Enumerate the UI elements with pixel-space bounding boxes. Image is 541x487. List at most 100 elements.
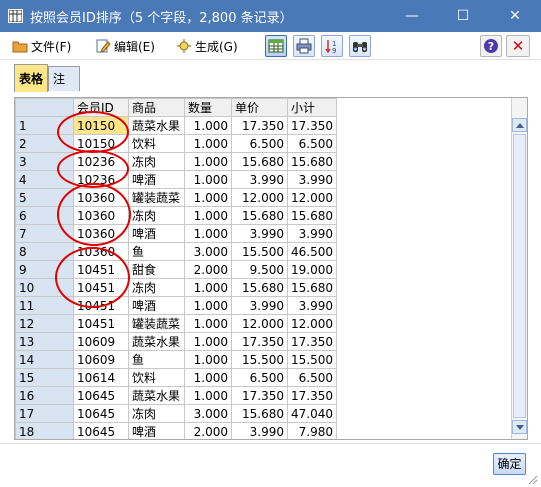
table-view-button[interactable] xyxy=(265,35,287,57)
column-header-subtotal[interactable]: 小计 xyxy=(287,98,337,117)
cell-product[interactable]: 冻肉 xyxy=(128,404,185,423)
cell-subtotal[interactable]: 12.000 xyxy=(287,188,337,207)
cell-product[interactable]: 啤酒 xyxy=(128,422,185,439)
table-row[interactable]: 12 10451 罐装蔬菜 1.000 12.000 12.000 xyxy=(15,314,337,333)
cell-subtotal[interactable]: 15.680 xyxy=(287,206,337,225)
cell-product[interactable]: 鱼 xyxy=(128,350,185,369)
cell-quantity[interactable]: 1.000 xyxy=(184,170,232,189)
cell-quantity[interactable]: 1.000 xyxy=(184,188,232,207)
cell-unit-price[interactable]: 9.500 xyxy=(231,260,288,279)
cell-quantity[interactable]: 1.000 xyxy=(184,116,232,135)
table-row[interactable]: 11 10451 啤酒 1.000 3.990 3.990 xyxy=(15,296,337,315)
menu-file[interactable]: 文件(F) xyxy=(12,36,71,56)
cell-subtotal[interactable]: 12.000 xyxy=(287,314,337,333)
cell-quantity[interactable]: 1.000 xyxy=(184,386,232,405)
cell-quantity[interactable]: 1.000 xyxy=(184,206,232,225)
cell-subtotal[interactable]: 47.040 xyxy=(287,404,337,423)
cell-member-id[interactable]: 10609 xyxy=(73,350,129,369)
cell-subtotal[interactable]: 3.990 xyxy=(287,170,337,189)
cell-unit-price[interactable]: 12.000 xyxy=(231,188,288,207)
cell-product[interactable]: 啤酒 xyxy=(128,170,185,189)
cell-product[interactable]: 饮料 xyxy=(128,368,185,387)
cell-unit-price[interactable]: 15.500 xyxy=(231,242,288,261)
cell-subtotal[interactable]: 17.350 xyxy=(287,386,337,405)
cell-quantity[interactable]: 1.000 xyxy=(184,224,232,243)
cell-quantity[interactable]: 1.000 xyxy=(184,350,232,369)
table-row[interactable]: 18 10645 啤酒 2.000 3.990 7.980 xyxy=(15,422,337,439)
table-row[interactable]: 13 10609 蔬菜水果 1.000 17.350 17.350 xyxy=(15,332,337,351)
cell-quantity[interactable]: 2.000 xyxy=(184,260,232,279)
table-row[interactable]: 15 10614 饮料 1.000 6.500 6.500 xyxy=(15,368,337,387)
cell-product[interactable]: 饮料 xyxy=(128,134,185,153)
cell-product[interactable]: 蔬菜水果 xyxy=(128,332,185,351)
tab-annotations[interactable]: 注解 xyxy=(48,66,80,111)
cell-unit-price[interactable]: 12.000 xyxy=(231,314,288,333)
cell-subtotal[interactable]: 19.000 xyxy=(287,260,337,279)
minimize-button[interactable]: — xyxy=(389,0,435,32)
cell-subtotal[interactable]: 6.500 xyxy=(287,368,337,387)
cell-quantity[interactable]: 1.000 xyxy=(184,368,232,387)
cell-member-id[interactable]: 10614 xyxy=(73,368,129,387)
cell-quantity[interactable]: 1.000 xyxy=(184,134,232,153)
print-button[interactable] xyxy=(293,35,315,57)
cell-quantity[interactable]: 1.000 xyxy=(184,152,232,171)
cell-unit-price[interactable]: 3.990 xyxy=(231,224,288,243)
table-row[interactable]: 16 10645 蔬菜水果 1.000 17.350 17.350 xyxy=(15,386,337,405)
cell-product[interactable]: 罐装蔬菜 xyxy=(128,314,185,333)
cell-subtotal[interactable]: 7.980 xyxy=(287,422,337,439)
cell-member-id[interactable]: 10645 xyxy=(73,386,129,405)
scroll-down-button[interactable] xyxy=(512,420,527,434)
cell-unit-price[interactable]: 17.350 xyxy=(231,332,288,351)
cell-unit-price[interactable]: 3.990 xyxy=(231,296,288,315)
column-header-unit-price[interactable]: 单价 xyxy=(231,98,288,117)
column-header-quantity[interactable]: 数量 xyxy=(184,98,232,117)
cell-unit-price[interactable]: 15.680 xyxy=(231,278,288,297)
maximize-button[interactable]: ☐ xyxy=(440,0,486,32)
find-button[interactable] xyxy=(349,35,371,57)
cell-unit-price[interactable]: 15.680 xyxy=(231,404,288,423)
menu-generate[interactable]: 生成(G) xyxy=(176,36,238,56)
cell-unit-price[interactable]: 6.500 xyxy=(231,368,288,387)
cell-subtotal[interactable]: 17.350 xyxy=(287,116,337,135)
tab-table[interactable]: 表格 xyxy=(14,64,48,92)
vertical-scrollbar[interactable] xyxy=(511,98,527,439)
cell-subtotal[interactable]: 3.990 xyxy=(287,224,337,243)
table-row[interactable]: 14 10609 鱼 1.000 15.500 15.500 xyxy=(15,350,337,369)
cell-unit-price[interactable]: 6.500 xyxy=(231,134,288,153)
column-header-product[interactable]: 商品 xyxy=(128,98,185,117)
cell-product[interactable]: 蔬菜水果 xyxy=(128,386,185,405)
cell-unit-price[interactable]: 15.680 xyxy=(231,206,288,225)
cell-product[interactable]: 冻肉 xyxy=(128,206,185,225)
cell-product[interactable]: 罐装蔬菜 xyxy=(128,188,185,207)
cell-member-id[interactable]: 10451 xyxy=(73,314,129,333)
cell-member-id[interactable]: 10609 xyxy=(73,332,129,351)
cell-product[interactable]: 鱼 xyxy=(128,242,185,261)
close-output-button[interactable]: ✕ xyxy=(506,35,530,57)
cell-product[interactable]: 啤酒 xyxy=(128,296,185,315)
cell-unit-price[interactable]: 3.990 xyxy=(231,422,288,439)
help-button[interactable]: ? xyxy=(480,35,502,57)
cell-quantity[interactable]: 1.000 xyxy=(184,314,232,333)
cell-product[interactable]: 冻肉 xyxy=(128,278,185,297)
cell-unit-price[interactable]: 17.350 xyxy=(231,116,288,135)
scroll-thumb[interactable] xyxy=(513,134,526,418)
resize-grip-icon[interactable] xyxy=(528,474,538,485)
cell-subtotal[interactable]: 15.680 xyxy=(287,278,337,297)
cell-subtotal[interactable]: 6.500 xyxy=(287,134,337,153)
cell-quantity[interactable]: 3.000 xyxy=(184,242,232,261)
close-window-button[interactable]: ✕ xyxy=(492,0,538,32)
cell-subtotal[interactable]: 3.990 xyxy=(287,296,337,315)
cell-product[interactable]: 冻肉 xyxy=(128,152,185,171)
cell-unit-price[interactable]: 15.680 xyxy=(231,152,288,171)
table-row[interactable]: 17 10645 冻肉 3.000 15.680 47.040 xyxy=(15,404,337,423)
cell-quantity[interactable]: 3.000 xyxy=(184,404,232,423)
cell-member-id[interactable]: 10645 xyxy=(73,422,129,439)
cell-member-id[interactable]: 10645 xyxy=(73,404,129,423)
cell-product[interactable]: 蔬菜水果 xyxy=(128,116,185,135)
cell-product[interactable]: 甜食 xyxy=(128,260,185,279)
cell-subtotal[interactable]: 17.350 xyxy=(287,332,337,351)
cell-unit-price[interactable]: 17.350 xyxy=(231,386,288,405)
sort-button[interactable]: 1 9 xyxy=(321,35,343,57)
menu-edit[interactable]: 编辑(E) xyxy=(95,36,155,56)
cell-unit-price[interactable]: 3.990 xyxy=(231,170,288,189)
